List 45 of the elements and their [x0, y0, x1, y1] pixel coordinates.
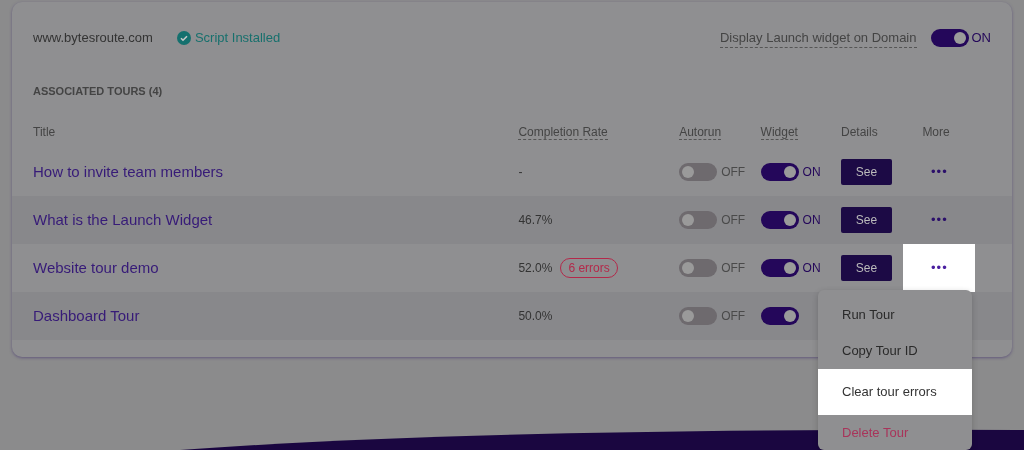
toggle-switch[interactable] [679, 162, 718, 181]
status-text: Script Installed [194, 29, 281, 48]
toggle-switch[interactable] [679, 306, 718, 325]
domain-name: www.bytesroute.com [33, 29, 153, 48]
toggle-switch[interactable] [930, 29, 969, 47]
see-button[interactable]: See [841, 254, 892, 281]
completion-rate: - [518, 163, 523, 181]
tour-title-link[interactable]: Website tour demo [33, 258, 159, 276]
tour-title-link[interactable]: How to invite team members [33, 162, 224, 180]
more-button[interactable]: ••• [903, 243, 976, 292]
toggle-label: OFF [721, 307, 746, 325]
more-button[interactable]: ••• [903, 147, 976, 196]
toggle-label: ON [971, 29, 991, 48]
completion-rate: 52.0% [518, 259, 553, 277]
toggle-label: OFF [721, 163, 746, 181]
column-header: Completion Rate [518, 124, 608, 140]
column-header: Widget [760, 124, 798, 140]
more-button[interactable]: ••• [903, 195, 976, 244]
toggle-label: ON [802, 163, 821, 181]
menu-item[interactable]: Copy Tour ID [818, 333, 972, 369]
completion-rate: 50.0% [518, 307, 553, 325]
toggle-switch[interactable] [679, 210, 718, 229]
toggle-label: OFF [721, 259, 746, 277]
tour-title-link[interactable]: What is the Launch Widget [33, 210, 213, 228]
column-header: Details [841, 124, 878, 139]
toggle-switch[interactable] [679, 258, 718, 277]
display-widget-label: Display Launch widget on Domain [719, 27, 917, 49]
toggle-label: ON [802, 211, 821, 229]
toggle-switch[interactable] [760, 162, 799, 181]
toggle-switch[interactable] [760, 258, 799, 277]
menu-item[interactable]: Clear tour errors [818, 369, 972, 415]
see-button[interactable]: See [841, 158, 892, 185]
tour-title-link[interactable]: Dashboard Tour [33, 306, 140, 324]
column-header: Autorun [679, 124, 722, 140]
section-title: ASSOCIATED TOURS (4) [32, 84, 164, 99]
see-button[interactable]: See [841, 206, 892, 233]
toggle-switch[interactable] [760, 306, 799, 325]
completion-rate: 46.7% [518, 211, 553, 229]
column-header: More [922, 124, 950, 139]
menu-item[interactable]: Run Tour [818, 297, 972, 333]
column-header: Title [33, 124, 56, 139]
toggle-label: OFF [721, 211, 746, 229]
toggle-label: ON [802, 259, 821, 277]
toggle-switch[interactable] [760, 210, 799, 229]
check-circle-icon [176, 31, 191, 45]
